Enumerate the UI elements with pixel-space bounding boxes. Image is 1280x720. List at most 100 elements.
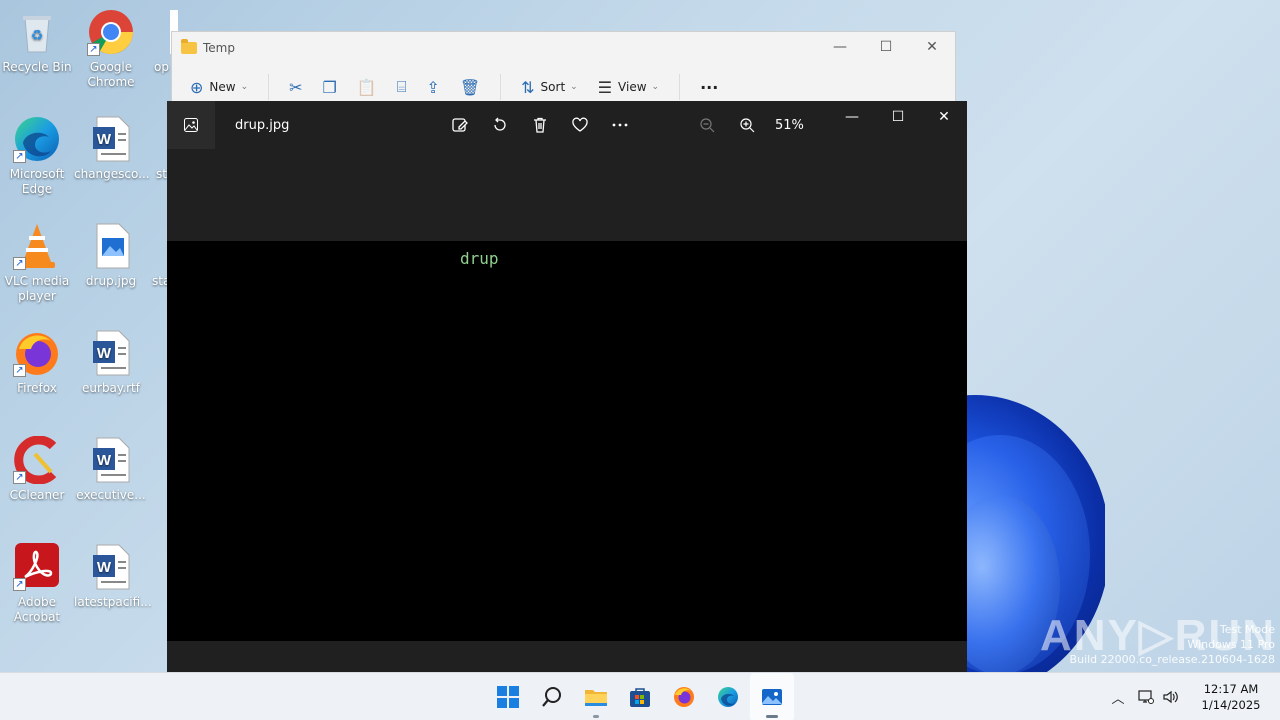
desktop-icon-ccleaner[interactable]: ↗ CCleaner [0, 435, 74, 503]
desktop-icon-partial-st[interactable]: st [148, 115, 168, 182]
taskbar-photos[interactable] [750, 673, 794, 720]
maximize-button[interactable]: ☐ [863, 32, 909, 62]
zoom-out-icon [700, 118, 715, 133]
chevron-down-icon: ⌄ [651, 82, 660, 92]
image-canvas[interactable]: drup [167, 241, 967, 641]
clock[interactable]: 12:17 AM 1/14/2025 [1192, 681, 1270, 713]
start-button[interactable] [486, 673, 530, 720]
minimize-button[interactable]: — [829, 101, 875, 133]
edge-icon: ↗ [13, 115, 61, 163]
svg-text:W: W [97, 345, 112, 362]
edit-image-button[interactable] [440, 105, 480, 145]
taskbar-file-explorer[interactable] [574, 673, 618, 720]
share-button[interactable]: ⇪ [426, 78, 439, 97]
photos-tools [440, 101, 640, 149]
zoom-out-button[interactable] [687, 105, 727, 145]
system-tray: ︿ 12:17 AM 1/14/2025 [1106, 673, 1280, 720]
ccleaner-icon: ↗ [13, 435, 61, 485]
desktop-icon-microsoft-edge[interactable]: ↗ Microsoft Edge [0, 115, 74, 197]
new-button[interactable]: ⊕ New ⌄ [190, 78, 248, 97]
firefox-icon [674, 687, 694, 707]
maximize-button[interactable]: ☐ [875, 101, 921, 133]
copy-button[interactable]: ❐ [323, 78, 337, 97]
desktop-icon-latestpacifi[interactable]: W latestpacifi... [74, 543, 152, 610]
desktop-icon-label: drup.jpg [85, 274, 137, 288]
divider [500, 74, 502, 100]
network-button[interactable] [1134, 673, 1158, 720]
svg-text:♻: ♻ [31, 28, 44, 44]
desktop-icon-label: sta [152, 274, 168, 288]
word-doc-icon: W [87, 329, 135, 377]
taskbar: ︿ 12:17 AM 1/14/2025 [0, 672, 1280, 720]
view-icon: ☰ [597, 77, 613, 97]
desktop-icon-executive[interactable]: W executive... [74, 436, 148, 503]
chevron-down-icon: ⌄ [240, 82, 249, 92]
volume-icon [1163, 690, 1178, 704]
watermark-line: Build 22000.co_release.210604-1628 [1069, 653, 1275, 666]
desktop-icon-partial-sta[interactable]: sta [148, 222, 168, 289]
photos-window[interactable]: drup.jpg 51% — ☐ ✕ drup [167, 101, 967, 672]
paste-button[interactable]: 📋 [357, 78, 377, 97]
divider [268, 74, 270, 100]
show-hidden-icons-button[interactable]: ︿ [1106, 673, 1130, 720]
sort-button[interactable]: ⇅ Sort ⌄ [521, 78, 578, 97]
delete-button[interactable]: 🗑 [460, 78, 480, 97]
chrome-icon: ↗ [87, 8, 135, 56]
desktop-icon-changesco[interactable]: W changesco... [74, 115, 150, 182]
rename-icon: ⌸ [396, 77, 407, 96]
desktop-icon-label: changesco... [74, 167, 150, 181]
desktop-icon-recycle-bin[interactable]: ♻ Recycle Bin [0, 8, 74, 75]
photos-toolbar: drup.jpg 51% — ☐ ✕ [167, 101, 967, 149]
desktop-icon-google-chrome[interactable]: ↗ Google Chrome [74, 8, 148, 90]
desktop-icon-drup-jpg[interactable]: drup.jpg [74, 222, 148, 289]
desktop-icon-label: executive... [76, 488, 146, 502]
desktop-icon-adobe-acrobat[interactable]: ↗ Adobe Acrobat [0, 543, 74, 625]
delete-image-button[interactable] [520, 105, 560, 145]
word-doc-icon: W [87, 115, 135, 163]
word-doc-icon: W [87, 436, 135, 484]
favorite-button[interactable] [560, 105, 600, 145]
cut-icon: ✂ [289, 77, 303, 97]
image-text-content: drup [460, 249, 499, 268]
desktop-icon-label: st [156, 167, 167, 181]
watermark-line: Test Mode [1219, 623, 1275, 636]
cut-button[interactable]: ✂ [289, 78, 302, 97]
vlc-icon: ↗ [13, 222, 61, 270]
taskbar-firefox[interactable] [662, 673, 706, 720]
close-button[interactable]: ✕ [921, 101, 967, 133]
copy-icon: ❐ [322, 77, 337, 97]
trash-icon [534, 117, 546, 133]
edge-icon [718, 687, 738, 707]
taskbar-store[interactable] [618, 673, 662, 720]
file-icon [148, 222, 168, 270]
file-icon [148, 115, 168, 163]
taskbar-edge[interactable] [706, 673, 750, 720]
rotate-button[interactable] [480, 105, 520, 145]
desktop-icon-label: Adobe Acrobat [13, 595, 61, 624]
folder-icon [181, 39, 197, 54]
rename-button[interactable]: ⌸ [397, 77, 407, 97]
svg-text:W: W [97, 131, 112, 148]
sort-icon: ⇅ [521, 77, 535, 97]
minimize-button[interactable]: — [817, 32, 863, 62]
volume-button[interactable] [1158, 673, 1182, 720]
desktop-icon-label: VLC media player [4, 274, 70, 303]
desktop-icon-label: CCleaner [9, 488, 65, 502]
image-icon[interactable] [167, 101, 215, 149]
view-button[interactable]: ☰ View ⌄ [598, 78, 659, 97]
zoom-in-button[interactable] [727, 105, 767, 145]
desktop-icon-label: eurbay.rtf [82, 381, 140, 395]
word-doc-icon: W [87, 543, 135, 591]
windows-logo-icon [497, 686, 519, 708]
more-options-button[interactable] [600, 105, 640, 145]
zoom-level[interactable]: 51% [767, 105, 804, 145]
search-button[interactable] [530, 673, 574, 720]
desktop-icon-firefox[interactable]: ↗ Firefox [0, 329, 74, 396]
desktop-icon-vlc[interactable]: ↗ VLC media player [0, 222, 74, 304]
trash-icon: 🗑 [459, 77, 481, 97]
new-label: New [209, 80, 236, 94]
file-explorer-window[interactable]: Temp — ☐ ✕ ⊕ New ⌄ ✂ ❐ 📋 ⌸ ⇪ 🗑 ⇅ Sort ⌄ … [171, 31, 956, 111]
close-button[interactable]: ✕ [909, 32, 955, 62]
desktop-icon-eurbay-rtf[interactable]: W eurbay.rtf [74, 329, 148, 396]
more-options-button[interactable]: ··· [700, 78, 718, 97]
